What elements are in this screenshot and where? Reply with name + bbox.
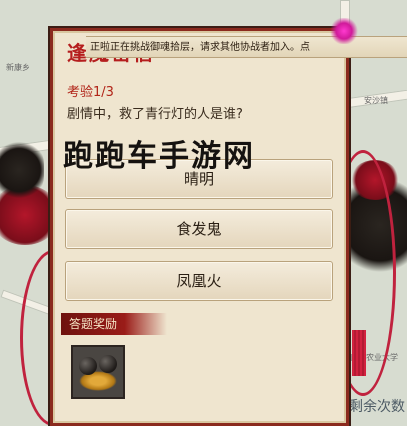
remaining-count-label: 剩余次数 [349,399,405,415]
reward-label: 答题奖励 [61,313,167,335]
question-number: 考验1/3 [67,85,114,100]
sparkle-icon [329,18,359,44]
reward-orb-icon [79,357,97,375]
question-text: 剧情中，救了青行灯的人是谁? [67,107,243,122]
answer-option-2[interactable]: 食发鬼 [65,209,333,249]
quiz-dialog: 逢魔密信 考验1/3 剧情中，救了青行灯的人是谁? 跑跑车手游网 晴明 食发鬼 … [50,28,349,426]
tassel-icon [352,330,366,376]
map-label-ansha: 安沙镇 [364,96,388,105]
reward-orb-icon [99,355,117,373]
reward-item-icon[interactable] [71,345,125,399]
map-label-xinkang: 新康乡 [6,63,30,72]
watermark-text: 跑跑车手游网 [63,139,255,174]
answer-option-3[interactable]: 凤凰火 [65,261,333,301]
enemy-marker[interactable] [0,140,44,200]
